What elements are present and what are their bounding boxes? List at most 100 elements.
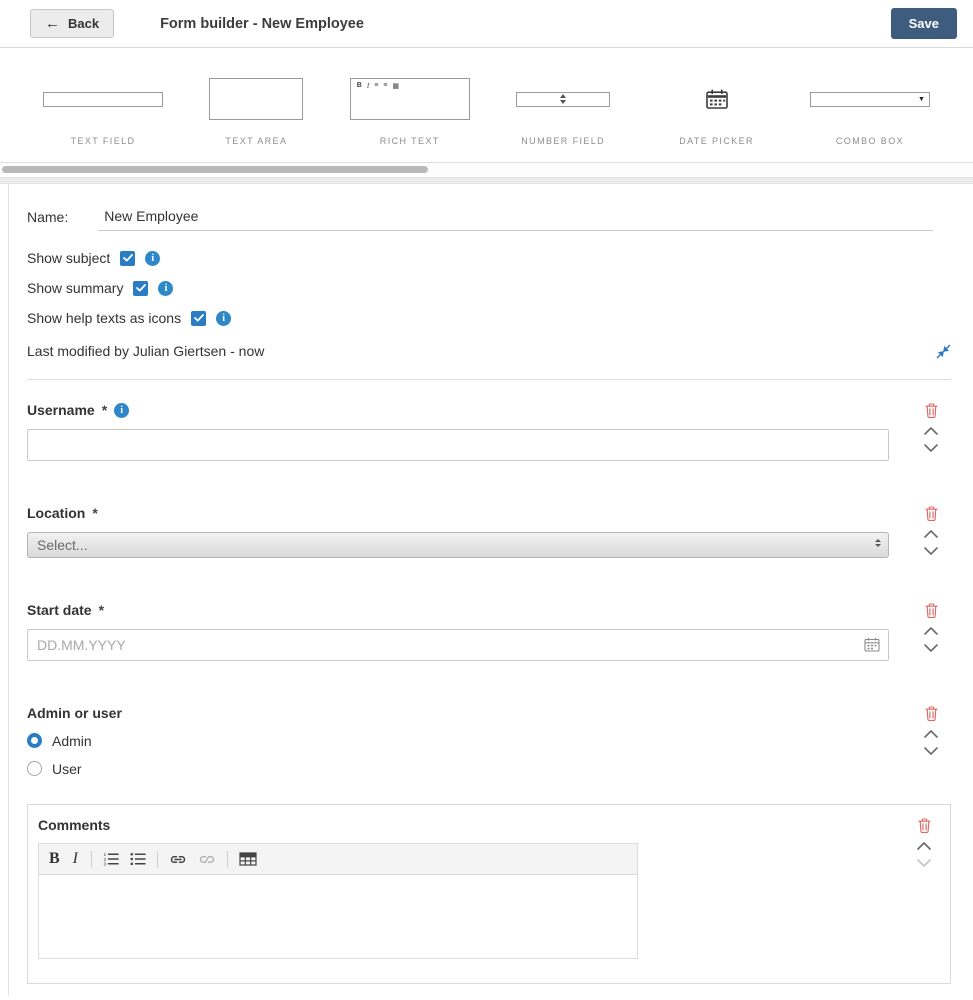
last-modified-text: Last modified by Julian Giertsen - now bbox=[27, 343, 265, 359]
delete-field-icon[interactable] bbox=[924, 706, 938, 721]
palette-item-text-area[interactable]: TEXT AREA bbox=[181, 72, 331, 146]
field-location: Location * Select... bbox=[27, 505, 951, 558]
ordered-list-button[interactable]: 123 bbox=[103, 852, 119, 866]
text-field-icon bbox=[43, 72, 163, 126]
bullet-list-button[interactable] bbox=[130, 852, 146, 866]
show-summary-checkbox[interactable] bbox=[133, 280, 149, 296]
location-label-row: Location * bbox=[27, 505, 889, 521]
field-admin-or-user: Admin or user Admin User bbox=[27, 705, 951, 778]
combo-box-icon: ▼ bbox=[809, 72, 930, 126]
form-name-row: Name: bbox=[27, 206, 951, 231]
palette-item-rich-text[interactable]: B I ≡ ≡ ▦ RICH TEXT bbox=[335, 72, 485, 146]
admin-or-user-label: Admin or user bbox=[27, 705, 122, 721]
required-mark: * bbox=[98, 602, 105, 618]
username-actions bbox=[911, 402, 951, 461]
section-divider-band bbox=[0, 177, 973, 184]
back-button[interactable]: ← Back bbox=[30, 9, 115, 38]
form-name-label: Name: bbox=[27, 209, 69, 225]
number-field-icon bbox=[516, 72, 611, 126]
last-modified-row: Last modified by Julian Giertsen - now bbox=[27, 343, 951, 359]
show-subject-row: Show subject i bbox=[27, 249, 951, 267]
start-date-label-row: Start date * bbox=[27, 602, 889, 618]
insert-table-button[interactable] bbox=[239, 852, 257, 866]
comments-label: Comments bbox=[38, 817, 111, 833]
start-date-input[interactable] bbox=[27, 629, 889, 661]
svg-text:3: 3 bbox=[104, 862, 107, 866]
link-button[interactable] bbox=[169, 854, 187, 865]
move-field-up-icon[interactable] bbox=[924, 627, 938, 635]
move-field-down-icon-disabled[interactable] bbox=[917, 859, 931, 867]
palette-item-combo-box[interactable]: ▼ COMBO BOX bbox=[795, 72, 945, 146]
palette-item-number-field[interactable]: NUMBER FIELD bbox=[488, 72, 638, 146]
location-select[interactable]: Select... bbox=[27, 532, 889, 558]
required-mark: * bbox=[92, 505, 98, 521]
radio-option-user[interactable]: User bbox=[27, 759, 889, 778]
form-settings-panel: Name: Show subject i Show summary i Show… bbox=[8, 184, 973, 996]
move-field-down-icon[interactable] bbox=[924, 644, 938, 652]
show-summary-row: Show summary i bbox=[27, 279, 951, 297]
palette-item-date-picker[interactable]: DATE PICKER bbox=[642, 72, 792, 146]
radio-unselected-icon[interactable] bbox=[27, 761, 42, 776]
delete-field-icon[interactable] bbox=[924, 603, 938, 618]
show-subject-label: Show subject bbox=[27, 250, 111, 266]
radio-admin-label: Admin bbox=[52, 732, 92, 749]
move-field-up-icon[interactable] bbox=[924, 530, 938, 538]
move-field-up-icon[interactable] bbox=[924, 427, 938, 435]
username-label-row: Username * i bbox=[27, 402, 889, 418]
field-type-palette: TEXT FIELD TEXT AREA B I ≡ ≡ ▦ RICH TEXT NUM… bbox=[0, 48, 973, 163]
palette-item-label: TEXT AREA bbox=[225, 136, 288, 146]
palette-item-label: COMBO BOX bbox=[835, 136, 904, 146]
back-button-label: Back bbox=[68, 16, 100, 31]
location-select-value: Select... bbox=[37, 537, 88, 553]
location-label: Location bbox=[27, 505, 86, 521]
toolbar-separator bbox=[157, 850, 158, 868]
palette-item-text-field[interactable]: TEXT FIELD bbox=[28, 72, 178, 146]
move-field-up-icon[interactable] bbox=[924, 730, 938, 738]
palette-item-label: NUMBER FIELD bbox=[521, 136, 606, 146]
delete-field-icon[interactable] bbox=[917, 818, 931, 833]
required-mark: * bbox=[101, 402, 108, 418]
show-help-texts-checkbox[interactable] bbox=[191, 310, 207, 326]
info-icon[interactable]: i bbox=[114, 402, 130, 418]
text-area-icon bbox=[209, 72, 304, 126]
move-field-down-icon[interactable] bbox=[924, 547, 938, 555]
delete-field-icon[interactable] bbox=[924, 506, 938, 521]
username-label: Username bbox=[27, 402, 95, 418]
radio-option-admin[interactable]: Admin bbox=[27, 731, 889, 750]
palette-item-label: RICH TEXT bbox=[379, 136, 440, 146]
location-actions bbox=[911, 505, 951, 558]
italic-button[interactable]: I bbox=[71, 851, 80, 867]
palette-scrollbar-thumb[interactable] bbox=[2, 166, 428, 173]
info-icon[interactable]: i bbox=[216, 310, 232, 326]
divider bbox=[27, 379, 951, 380]
username-input[interactable] bbox=[27, 429, 889, 461]
admin-or-user-label-row: Admin or user bbox=[27, 705, 889, 721]
info-icon[interactable]: i bbox=[145, 250, 161, 266]
editor-content-area[interactable] bbox=[38, 875, 638, 959]
start-date-label: Start date bbox=[27, 602, 92, 618]
rich-text-icon: B I ≡ ≡ ▦ bbox=[349, 72, 470, 126]
show-summary-label: Show summary bbox=[27, 280, 124, 296]
move-field-down-icon[interactable] bbox=[924, 444, 938, 452]
form-name-input[interactable] bbox=[98, 206, 933, 231]
start-date-actions bbox=[911, 602, 951, 661]
move-field-down-icon[interactable] bbox=[924, 747, 938, 755]
editor-toolbar: B I 123 bbox=[38, 843, 638, 875]
delete-field-icon[interactable] bbox=[924, 403, 938, 418]
admin-or-user-actions bbox=[911, 705, 951, 778]
save-button[interactable]: Save bbox=[890, 8, 957, 39]
back-arrow-icon: ← bbox=[45, 15, 60, 32]
calendar-icon[interactable] bbox=[864, 637, 880, 652]
unlink-button[interactable] bbox=[198, 854, 216, 865]
top-bar: ← Back Form builder - New Employee Save bbox=[0, 0, 973, 48]
collapse-icon[interactable] bbox=[936, 343, 951, 359]
info-icon[interactable]: i bbox=[158, 280, 174, 296]
toolbar-separator bbox=[227, 850, 228, 868]
comments-label-row: Comments bbox=[38, 817, 882, 833]
palette-scrollbar-track[interactable] bbox=[0, 163, 973, 177]
show-subject-checkbox[interactable] bbox=[120, 250, 136, 266]
move-field-up-icon[interactable] bbox=[917, 842, 931, 850]
radio-selected-icon[interactable] bbox=[27, 733, 42, 748]
palette-item-label: TEXT FIELD bbox=[70, 136, 136, 146]
bold-button[interactable]: B bbox=[49, 851, 60, 867]
